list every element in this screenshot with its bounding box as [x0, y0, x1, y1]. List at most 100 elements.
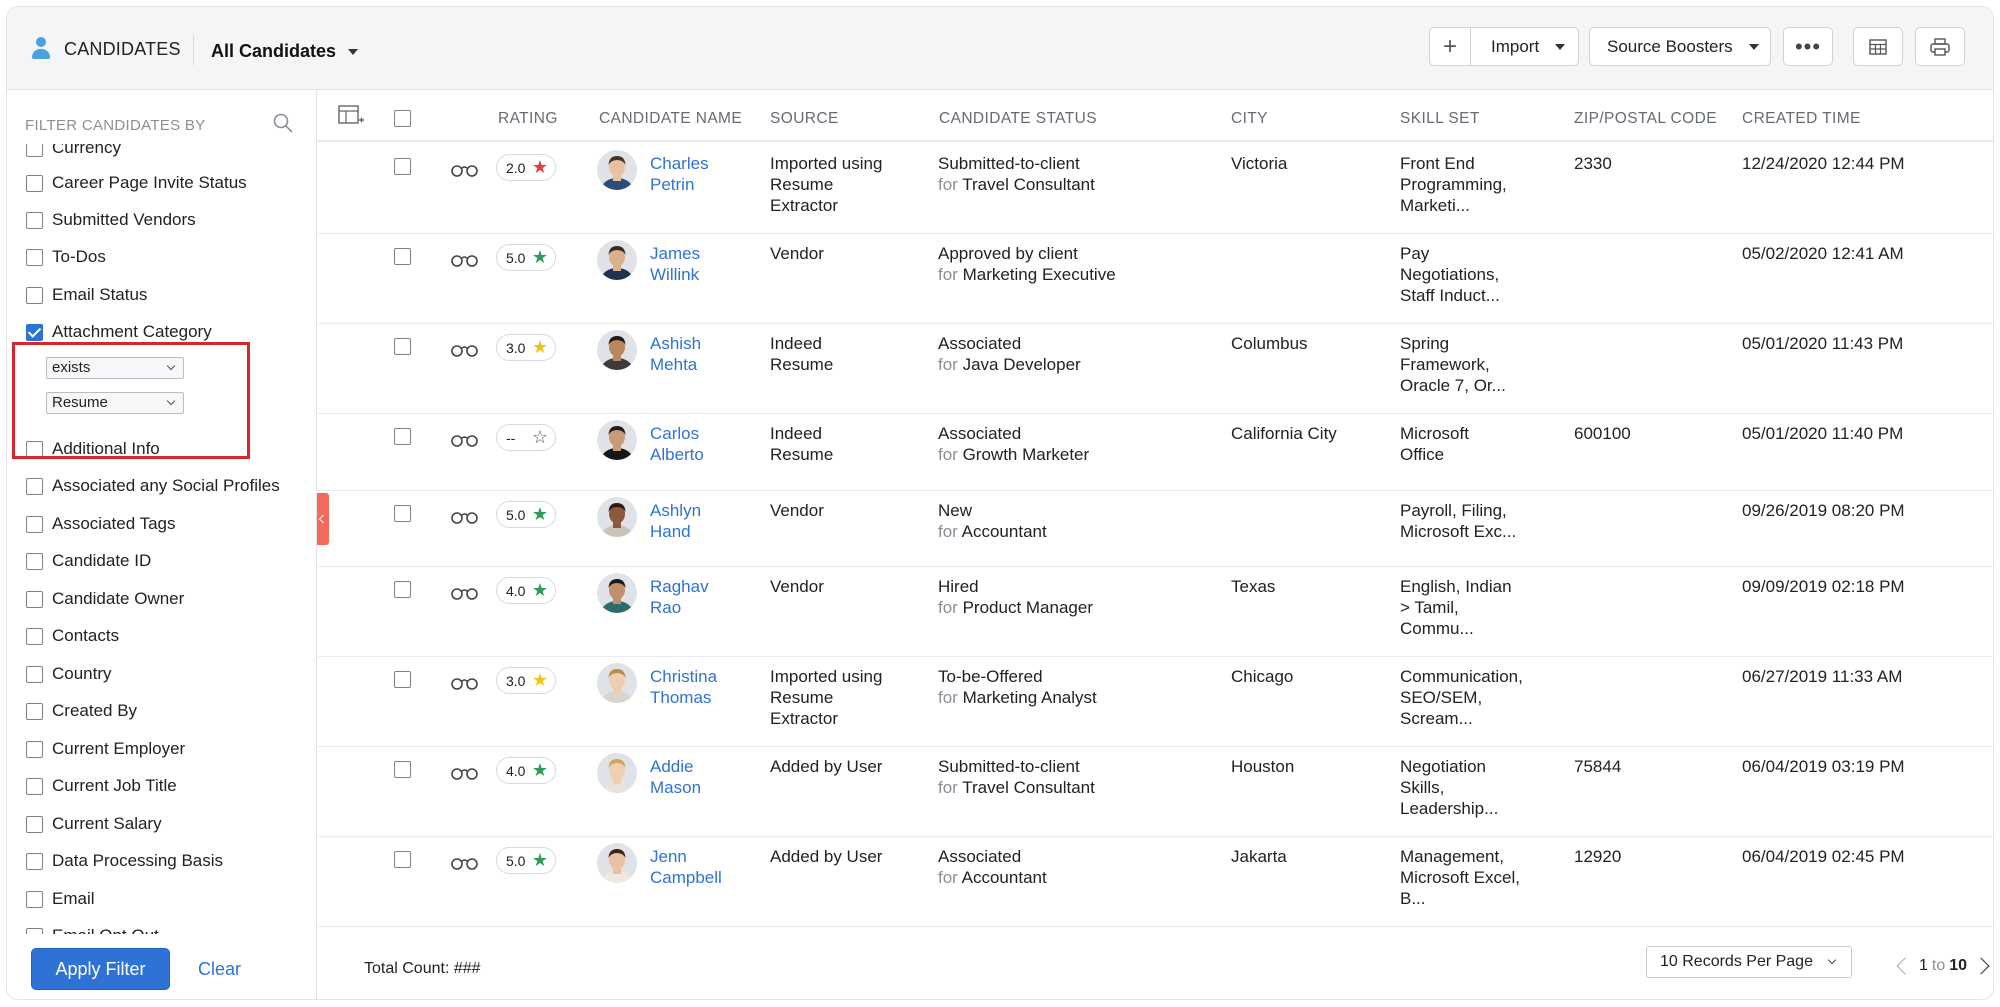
binoculars-icon[interactable]: [450, 254, 479, 267]
binoculars-icon[interactable]: [450, 164, 479, 177]
checkbox[interactable]: [26, 777, 43, 795]
binoculars-icon[interactable]: [450, 767, 479, 780]
source-boosters-button[interactable]: Source Boosters: [1589, 27, 1771, 66]
job-opening-link[interactable]: Travel Consultant: [962, 175, 1095, 194]
filter-item-country[interactable]: Country: [26, 664, 112, 684]
checkbox[interactable]: [26, 740, 43, 758]
checkbox[interactable]: [26, 702, 43, 720]
apply-filter-button[interactable]: Apply Filter: [31, 948, 170, 990]
rating-badge[interactable]: 2.0 ★: [496, 154, 556, 181]
table-row[interactable]: 4.0 ★ Raghav Rao Vendor Hired for Product…: [318, 567, 1993, 657]
row-checkbox[interactable]: [394, 761, 411, 778]
candidate-name-link[interactable]: Raghav Rao: [650, 576, 740, 618]
filter-item-email[interactable]: Email: [26, 889, 95, 909]
table-row[interactable]: 5.0 ★ Jenn Campbell Added by User Associa…: [318, 837, 1993, 927]
table-row[interactable]: 2.0 ★ Charles Petrin Imported using Resume…: [318, 144, 1993, 234]
checkbox[interactable]: [26, 815, 43, 833]
more-options-button[interactable]: •••: [1783, 27, 1833, 66]
filter-item-email-status[interactable]: Email Status: [26, 285, 147, 305]
rating-badge[interactable]: 5.0 ★: [496, 244, 556, 271]
table-row[interactable]: -- ☆ Carlos Alberto Indeed Resume Associat…: [318, 414, 1993, 491]
checkbox[interactable]: [26, 852, 43, 870]
print-button[interactable]: [1915, 27, 1965, 66]
column-header-skill-set[interactable]: SKILL SET: [1400, 110, 1480, 128]
job-opening-link[interactable]: Java Developer: [963, 355, 1081, 374]
view-selector[interactable]: All Candidates: [211, 41, 359, 62]
filter-item-to-dos[interactable]: To-Dos: [26, 247, 106, 267]
checkbox[interactable]: [26, 515, 43, 533]
checkbox[interactable]: [26, 144, 43, 157]
rating-badge[interactable]: -- ☆: [496, 424, 556, 451]
column-settings-icon[interactable]: [338, 104, 364, 126]
filter-item-social-profiles[interactable]: Associated any Social Profiles: [26, 476, 280, 496]
binoculars-icon[interactable]: [450, 434, 479, 447]
job-opening-link[interactable]: Product Manager: [963, 598, 1093, 617]
filter-item-candidate-id[interactable]: Candidate ID: [26, 551, 151, 571]
row-checkbox[interactable]: [394, 671, 411, 688]
select-all-checkbox[interactable]: [394, 110, 411, 127]
binoculars-icon[interactable]: [450, 587, 479, 600]
candidate-name-link[interactable]: Addie Mason: [650, 756, 740, 798]
filter-item-current-employer[interactable]: Current Employer: [26, 739, 185, 759]
search-icon[interactable]: [272, 112, 294, 134]
table-row[interactable]: 5.0 ★ Ashlyn Hand Vendor New for Accounta…: [318, 491, 1993, 567]
row-checkbox[interactable]: [394, 428, 411, 445]
filter-item-associated-tags[interactable]: Associated Tags: [26, 514, 175, 534]
rating-badge[interactable]: 3.0 ★: [496, 667, 556, 694]
records-per-page-select[interactable]: 10 Records Per Page: [1646, 946, 1852, 978]
checkbox[interactable]: [26, 665, 43, 683]
row-checkbox[interactable]: [394, 851, 411, 868]
filter-item-submitted-vendors[interactable]: Submitted Vendors: [26, 210, 196, 230]
checkbox-checked[interactable]: [26, 323, 43, 341]
filter-item-career-page-invite-status[interactable]: Career Page Invite Status: [26, 173, 247, 193]
checkbox[interactable]: [26, 927, 43, 934]
checkbox[interactable]: [26, 211, 43, 229]
checkbox[interactable]: [26, 627, 43, 645]
clear-filter-link[interactable]: Clear: [198, 959, 241, 980]
filter-item-attachment-category[interactable]: Attachment Category: [26, 322, 212, 342]
checkbox[interactable]: [26, 286, 43, 304]
column-header-zip[interactable]: ZIP/POSTAL CODE: [1574, 110, 1717, 128]
candidate-name-link[interactable]: Carlos Alberto: [650, 423, 740, 465]
candidate-name-link[interactable]: Christina Thomas: [650, 666, 740, 708]
checkbox[interactable]: [26, 174, 43, 192]
filter-item-email-opt-out[interactable]: Email Opt Out: [26, 926, 159, 934]
next-page-icon[interactable]: [1972, 957, 1990, 975]
checkbox[interactable]: [26, 590, 43, 608]
checkbox[interactable]: [26, 552, 43, 570]
filter-item-candidate-owner[interactable]: Candidate Owner: [26, 589, 184, 609]
filter-item-currency[interactable]: Currency: [26, 144, 121, 158]
job-opening-link[interactable]: Accountant: [962, 522, 1047, 541]
rating-badge[interactable]: 4.0 ★: [496, 757, 556, 784]
binoculars-icon[interactable]: [450, 344, 479, 357]
binoculars-icon[interactable]: [450, 677, 479, 690]
module-indicator[interactable]: CANDIDATES: [32, 37, 181, 61]
table-row[interactable]: 3.0 ★ Ashish Mehta Indeed Resume Associate…: [318, 324, 1993, 414]
column-header-city[interactable]: CITY: [1231, 110, 1268, 128]
column-header-source[interactable]: SOURCE: [770, 110, 839, 128]
row-checkbox[interactable]: [394, 338, 411, 355]
candidate-name-link[interactable]: James Willink: [650, 243, 740, 285]
job-opening-link[interactable]: Growth Marketer: [963, 445, 1090, 464]
job-opening-link[interactable]: Travel Consultant: [962, 778, 1095, 797]
column-header-created-time[interactable]: CREATED TIME: [1742, 110, 1861, 128]
filter-item-contacts[interactable]: Contacts: [26, 626, 119, 646]
binoculars-icon[interactable]: [450, 511, 479, 524]
binoculars-icon[interactable]: [450, 857, 479, 870]
checkbox[interactable]: [26, 477, 43, 495]
rating-badge[interactable]: 4.0 ★: [496, 577, 556, 604]
candidate-name-link[interactable]: Ashlyn Hand: [650, 500, 740, 542]
candidate-name-link[interactable]: Charles Petrin: [650, 153, 740, 195]
rating-badge[interactable]: 5.0 ★: [496, 501, 556, 528]
column-header-candidate-status[interactable]: CANDIDATE STATUS: [939, 110, 1097, 128]
row-checkbox[interactable]: [394, 581, 411, 598]
filter-item-current-salary[interactable]: Current Salary: [26, 814, 162, 834]
row-checkbox[interactable]: [394, 158, 411, 175]
rating-badge[interactable]: 3.0 ★: [496, 334, 556, 361]
rating-badge[interactable]: 5.0 ★: [496, 847, 556, 874]
import-button[interactable]: Import: [1470, 27, 1579, 66]
add-candidate-button[interactable]: +: [1429, 27, 1471, 66]
filter-item-current-job-title[interactable]: Current Job Title: [26, 776, 177, 796]
previous-page-icon[interactable]: [1896, 957, 1914, 975]
table-row[interactable]: 5.0 ★ James Willink Vendor Approved by cl…: [318, 234, 1993, 324]
